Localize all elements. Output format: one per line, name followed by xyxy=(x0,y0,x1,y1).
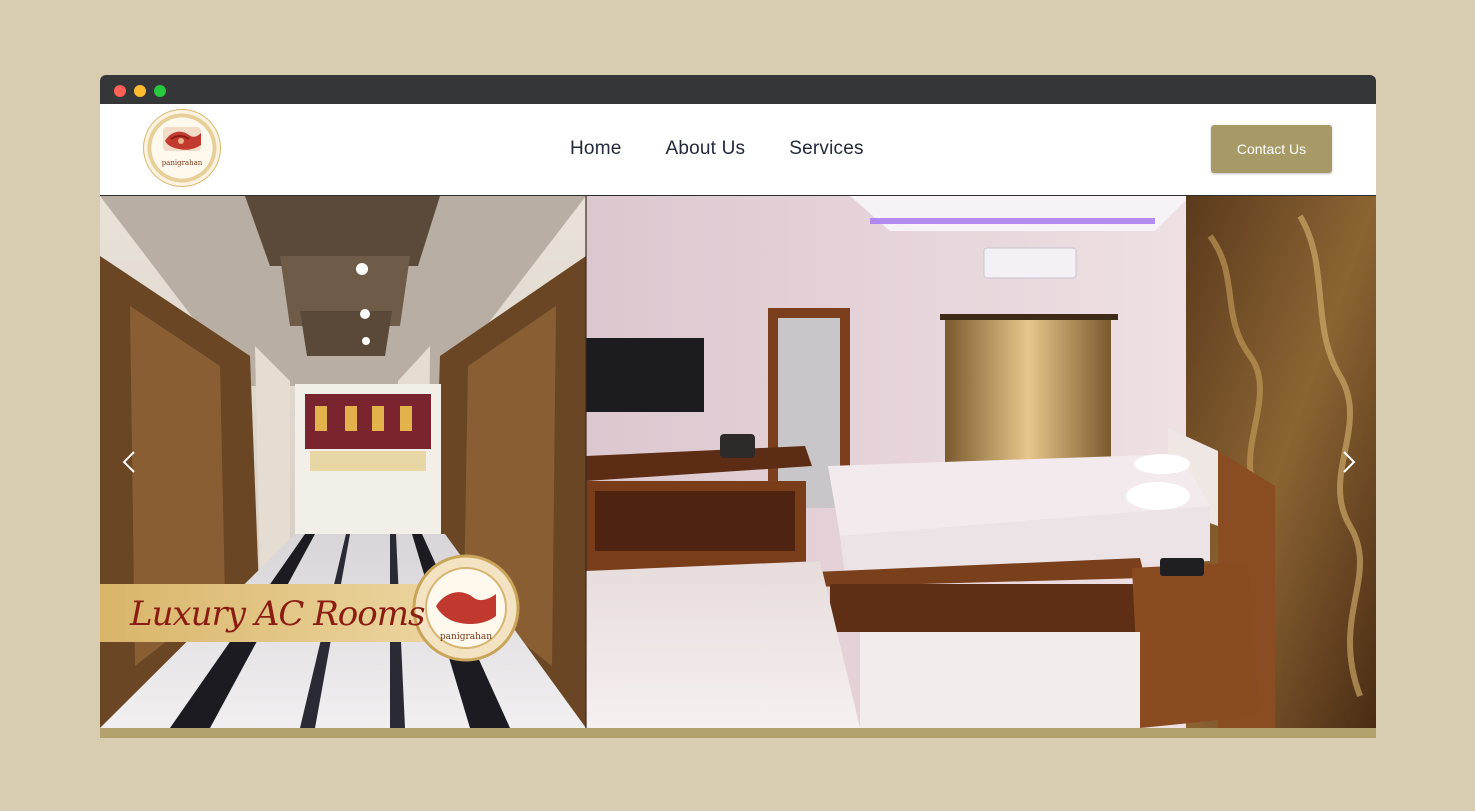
handshake-logo-icon xyxy=(163,127,201,151)
nav-about-us[interactable]: About Us xyxy=(665,138,745,162)
browser-window: panigrahan Home About Us Services Contac… xyxy=(100,75,1376,738)
badge-text: panigrahan xyxy=(440,632,492,642)
chevron-right-icon xyxy=(1343,451,1356,473)
contact-us-button[interactable]: Contact Us xyxy=(1211,125,1332,173)
hero-slider: panigrahan Luxury AC Rooms xyxy=(100,196,1376,728)
nav-home[interactable]: Home xyxy=(570,138,621,162)
chevron-left-icon xyxy=(122,451,135,473)
site-header: panigrahan Home About Us Services Contac… xyxy=(100,104,1376,196)
maximize-window-button[interactable] xyxy=(154,85,166,97)
slider-next-button[interactable] xyxy=(1334,448,1362,476)
hero-slide-image: panigrahan xyxy=(100,196,1376,728)
hero-bottom-bar xyxy=(100,728,1376,738)
site-logo[interactable]: panigrahan xyxy=(143,109,221,187)
minimize-window-button[interactable] xyxy=(134,85,146,97)
main-nav: Home About Us Services xyxy=(570,138,864,162)
nav-services[interactable]: Services xyxy=(789,138,863,162)
close-window-button[interactable] xyxy=(114,85,126,97)
slider-prev-button[interactable] xyxy=(116,448,144,476)
hero-banner-text: Luxury AC Rooms xyxy=(130,594,425,634)
window-titlebar xyxy=(100,75,1376,104)
logo-text: panigrahan xyxy=(161,159,203,167)
